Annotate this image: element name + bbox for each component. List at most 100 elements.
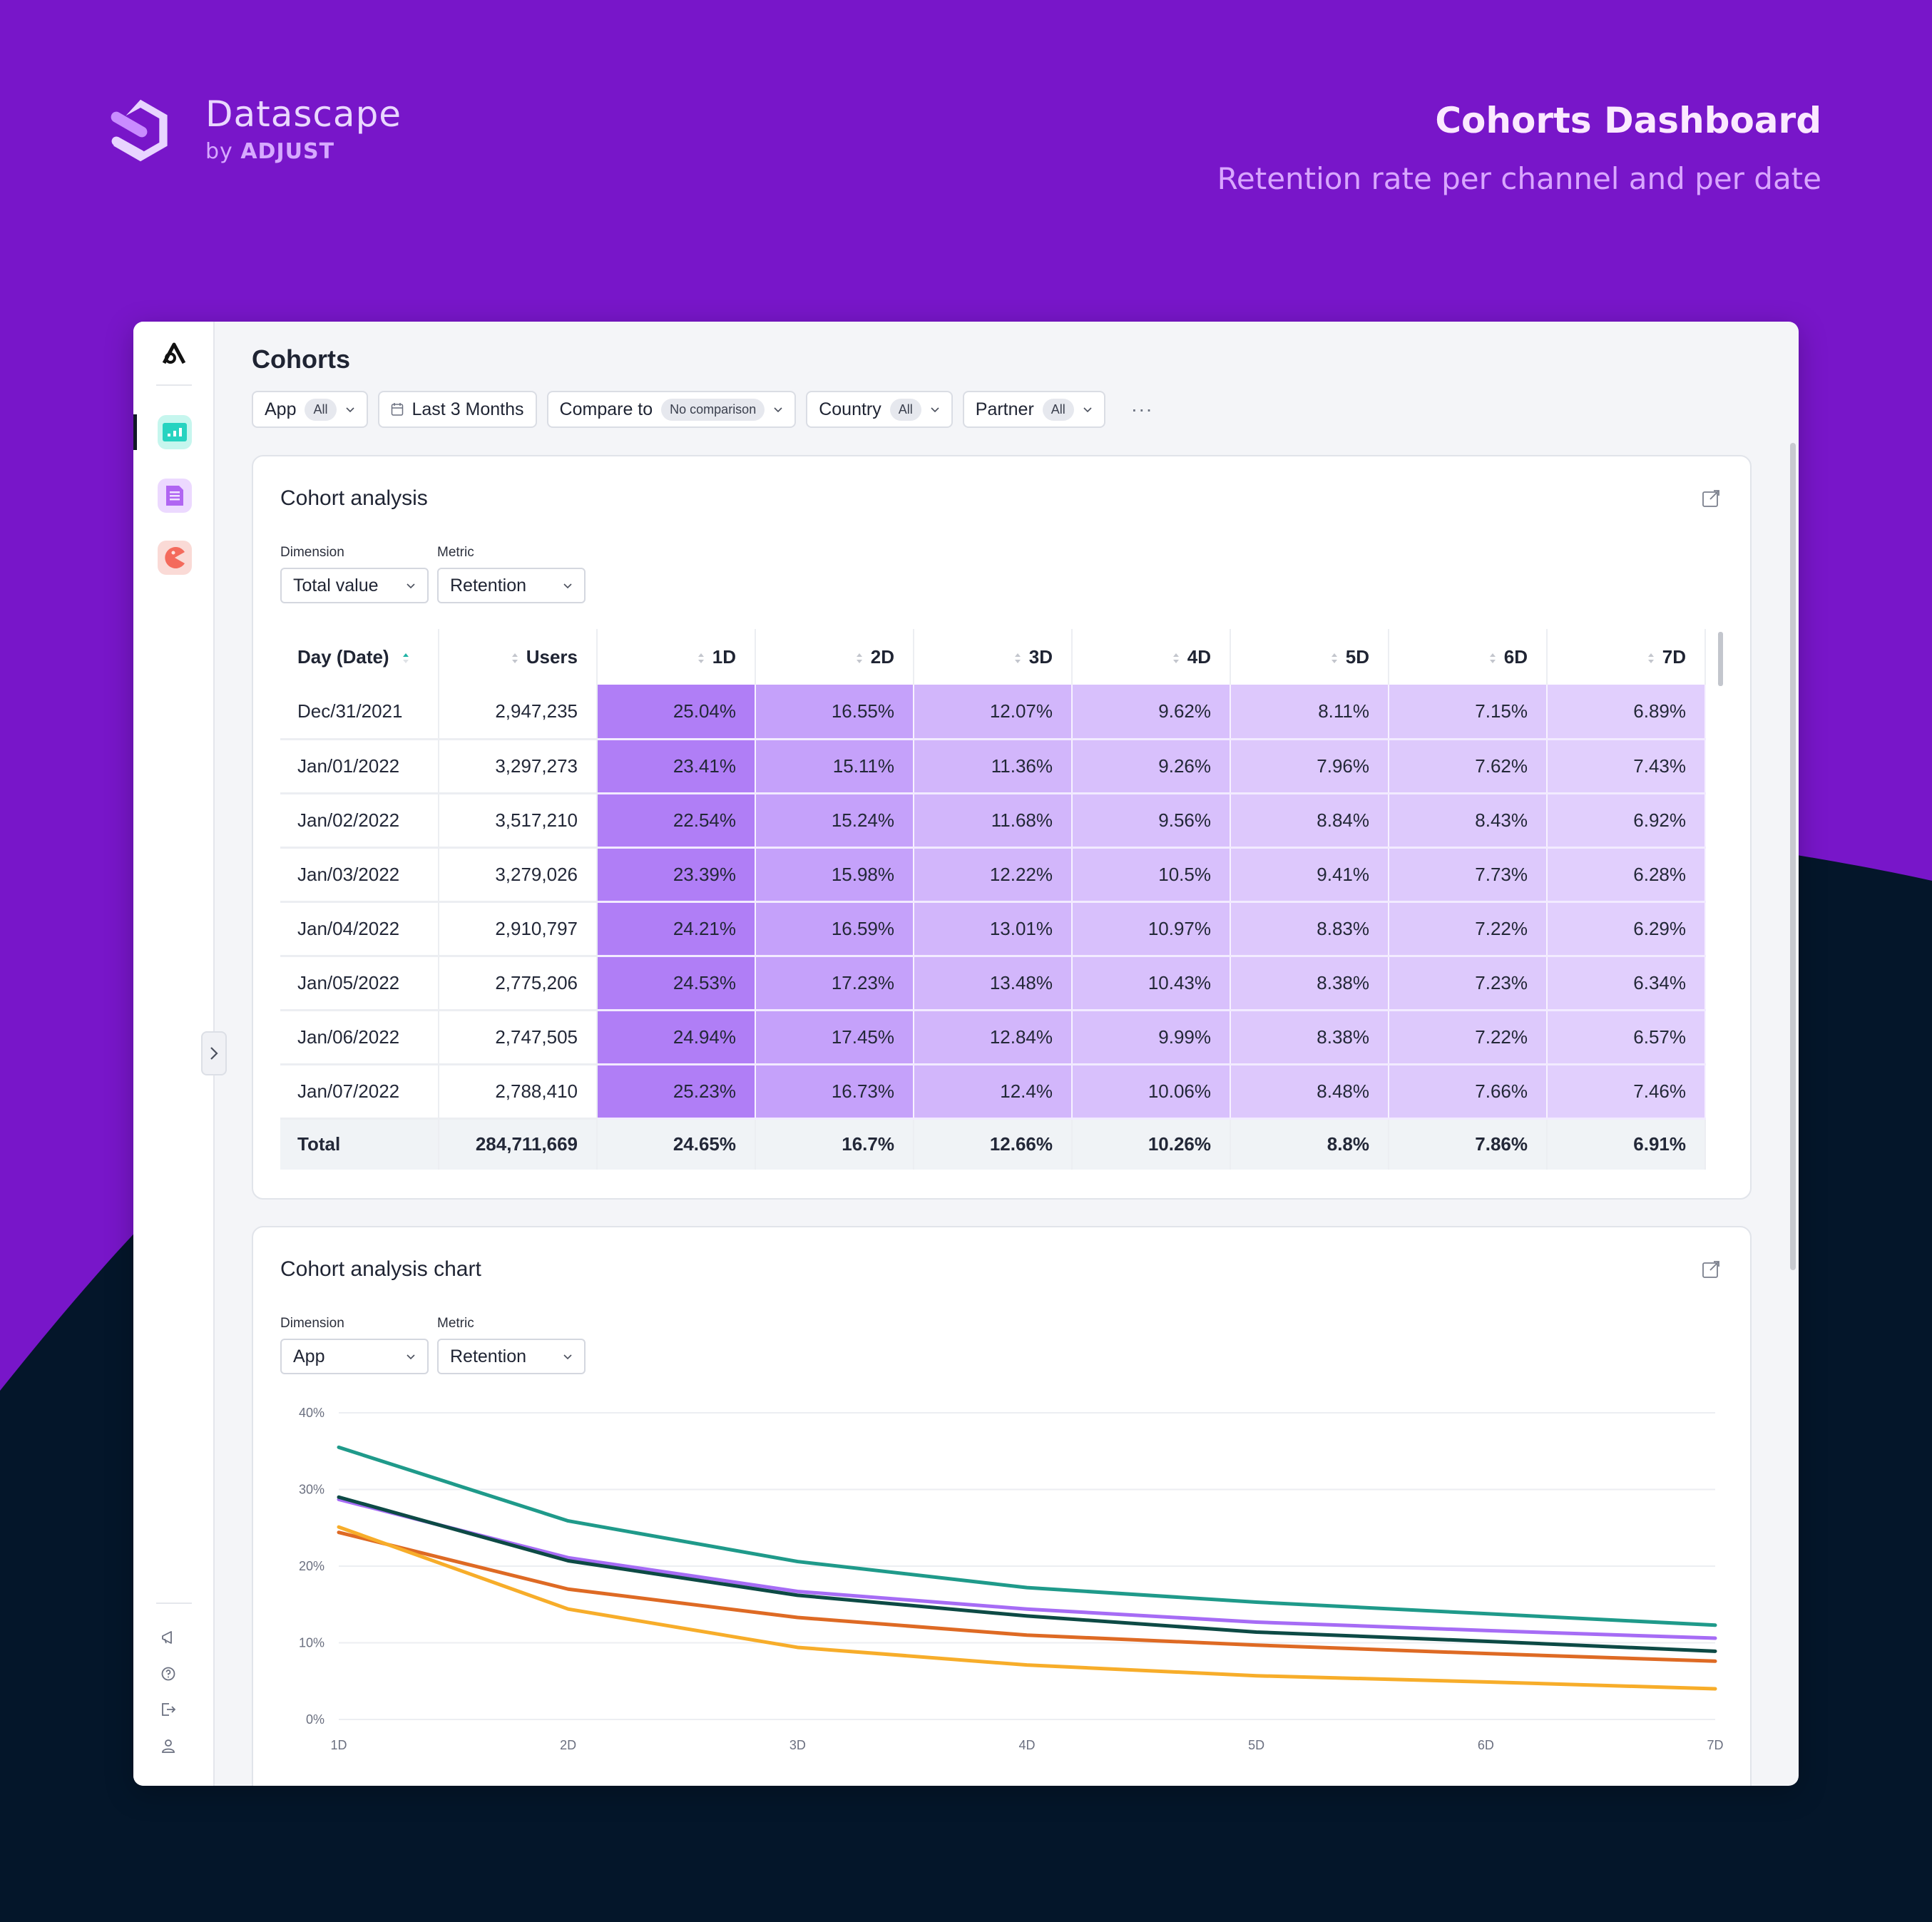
filter-compare[interactable]: Compare to No comparison	[546, 391, 797, 428]
app-window: Cohorts App All Last 3 Months Compare to…	[133, 322, 1799, 1786]
cell-date: Jan/01/2022	[280, 739, 439, 794]
sidebar-item-help[interactable]	[158, 1663, 179, 1685]
filter-date-range[interactable]: Last 3 Months	[377, 391, 537, 428]
filter-partner[interactable]: Partner All	[962, 391, 1105, 428]
sort-icon	[402, 653, 409, 663]
chart-metric-select[interactable]: Retention	[437, 1339, 586, 1374]
cohort-analysis-title: Cohort analysis	[280, 486, 428, 510]
cell-retention: 6.34%	[1547, 956, 1706, 1011]
series-line-app-a[interactable]	[337, 1445, 1717, 1627]
table-row[interactable]: Jan/01/2022 3,297,273 23.41% 15.11% 11.36% 9.…	[280, 739, 1706, 794]
table-header-row: Day (Date) Users 1D 2D 3D 4D 5D 6D 7D	[280, 629, 1706, 685]
column-header-day-date[interactable]: Day (Date)	[280, 629, 439, 685]
cell-retention: 9.56%	[1072, 793, 1231, 849]
cell-date: Jan/06/2022	[280, 1010, 439, 1065]
column-header-6d[interactable]: 6D	[1389, 629, 1548, 685]
cell-users: 2,775,206	[439, 956, 598, 1011]
chart-dimension-select[interactable]: App	[280, 1339, 429, 1374]
cell-retention: 22.54%	[597, 793, 756, 849]
export-icon[interactable]	[1700, 488, 1722, 509]
document-list-icon	[166, 486, 183, 506]
column-header-4d[interactable]: 4D	[1072, 629, 1231, 685]
cell-retention: 7.73%	[1389, 847, 1548, 903]
sort-icon	[1489, 653, 1496, 663]
hero: Cohorts Dashboard Retention rate per cha…	[1217, 100, 1821, 196]
column-header-7d[interactable]: 7D	[1547, 629, 1706, 685]
chevron-right-icon	[210, 1047, 218, 1060]
column-header-label: Day (Date)	[297, 645, 389, 668]
cell-retention: 12.07%	[914, 685, 1073, 740]
cell-retention: 7.23%	[1389, 956, 1548, 1011]
sidebar-item-logout[interactable]	[158, 1699, 179, 1720]
cell-retention: 6.29%	[1547, 901, 1706, 957]
sidebar-item-pacman[interactable]	[158, 541, 192, 575]
column-header-users[interactable]: Users	[439, 629, 598, 685]
x-tick-label: 7D	[1707, 1738, 1723, 1752]
column-header-3d[interactable]: 3D	[914, 629, 1073, 685]
cell-retention: 10.43%	[1072, 956, 1231, 1011]
cohort-chart-title: Cohort analysis chart	[280, 1257, 481, 1281]
y-tick-label: 0%	[306, 1712, 324, 1727]
cell-users: 2,788,410	[439, 1064, 598, 1120]
sort-icon	[1172, 653, 1179, 663]
filter-country[interactable]: Country All	[806, 391, 953, 428]
page-scrollbar[interactable]	[1790, 443, 1796, 1270]
cell-retention: 7.96%	[1230, 739, 1389, 794]
cell-retention: 9.62%	[1072, 685, 1231, 740]
dimension-select-value: Total value	[293, 575, 379, 595]
sort-icon	[1331, 653, 1337, 663]
cell-retention: 10.97%	[1072, 901, 1231, 957]
filter-app[interactable]: App All	[252, 391, 368, 428]
cell-users: 2,747,505	[439, 1010, 598, 1065]
table-row[interactable]: Jan/03/2022 3,279,026 23.39% 15.98% 12.22% 10…	[280, 847, 1706, 903]
series-line-app-c[interactable]	[337, 1495, 1717, 1653]
sidebar-item-announcements[interactable]	[158, 1627, 179, 1648]
total-value: 8.8%	[1230, 1118, 1389, 1170]
column-header-5d[interactable]: 5D	[1230, 629, 1389, 685]
cell-retention: 6.89%	[1547, 685, 1706, 740]
cell-retention: 11.68%	[914, 793, 1073, 849]
cell-retention: 23.41%	[597, 739, 756, 794]
dimension-select[interactable]: Total value	[280, 568, 429, 603]
table-row[interactable]: Jan/04/2022 2,910,797 24.21% 16.59% 13.01% 10…	[280, 901, 1706, 957]
cell-date: Jan/05/2022	[280, 956, 439, 1011]
cell-retention: 6.92%	[1547, 793, 1706, 849]
brand-by-prefix: by	[205, 139, 233, 164]
cell-retention: 25.04%	[597, 685, 756, 740]
total-value: 7.86%	[1389, 1118, 1548, 1170]
metric-select[interactable]: Retention	[437, 568, 586, 603]
cell-retention: 7.43%	[1547, 739, 1706, 794]
adjust-logo-glyph	[162, 342, 186, 364]
column-header-2d[interactable]: 2D	[755, 629, 914, 685]
table-row[interactable]: Jan/05/2022 2,775,206 24.53% 17.23% 13.48% 10…	[280, 956, 1706, 1011]
table-row[interactable]: Jan/06/2022 2,747,505 24.94% 17.45% 12.84% 9.…	[280, 1010, 1706, 1065]
cohort-analysis-card: Cohort analysis Dimension Metric Total v…	[252, 455, 1752, 1200]
sidebar-item-profile[interactable]	[158, 1735, 179, 1757]
adjust-logo-icon[interactable]	[159, 340, 189, 370]
table-row[interactable]: Jan/02/2022 3,517,210 22.54% 15.24% 11.68% 9.…	[280, 793, 1706, 849]
table-row[interactable]: Jan/07/2022 2,788,410 25.23% 16.73% 12.4% 10.…	[280, 1064, 1706, 1120]
sidebar-item-reports[interactable]	[158, 479, 192, 513]
export-icon[interactable]	[1700, 1259, 1722, 1280]
cell-date: Jan/04/2022	[280, 901, 439, 957]
sidebar-item-dashboards[interactable]	[158, 415, 192, 449]
sidebar-expand-button[interactable]	[201, 1031, 227, 1075]
hero-subtitle: Retention rate per channel and per date	[1217, 161, 1821, 196]
table-scrollbar[interactable]	[1718, 632, 1723, 686]
chevron-down-icon	[1083, 407, 1092, 413]
column-header-1d[interactable]: 1D	[597, 629, 756, 685]
sort-icon	[511, 653, 518, 663]
cell-retention: 10.06%	[1072, 1064, 1231, 1120]
column-header-label: 4D	[1187, 645, 1211, 668]
main-content: Cohorts App All Last 3 Months Compare to…	[216, 322, 1799, 1786]
column-header-label: Users	[526, 645, 578, 668]
table-row[interactable]: Dec/31/2021 2,947,235 25.04% 16.55% 12.07% 9.…	[280, 685, 1706, 740]
cell-retention: 7.22%	[1389, 1010, 1548, 1065]
more-options-button[interactable]: ···	[1131, 398, 1153, 421]
cell-retention: 15.98%	[755, 847, 914, 903]
cell-retention: 24.21%	[597, 901, 756, 957]
cell-retention: 24.94%	[597, 1010, 756, 1065]
column-header-label: 6D	[1503, 645, 1528, 668]
brand: Datascape by ADJUST	[107, 96, 402, 164]
cell-retention: 9.26%	[1072, 739, 1231, 794]
